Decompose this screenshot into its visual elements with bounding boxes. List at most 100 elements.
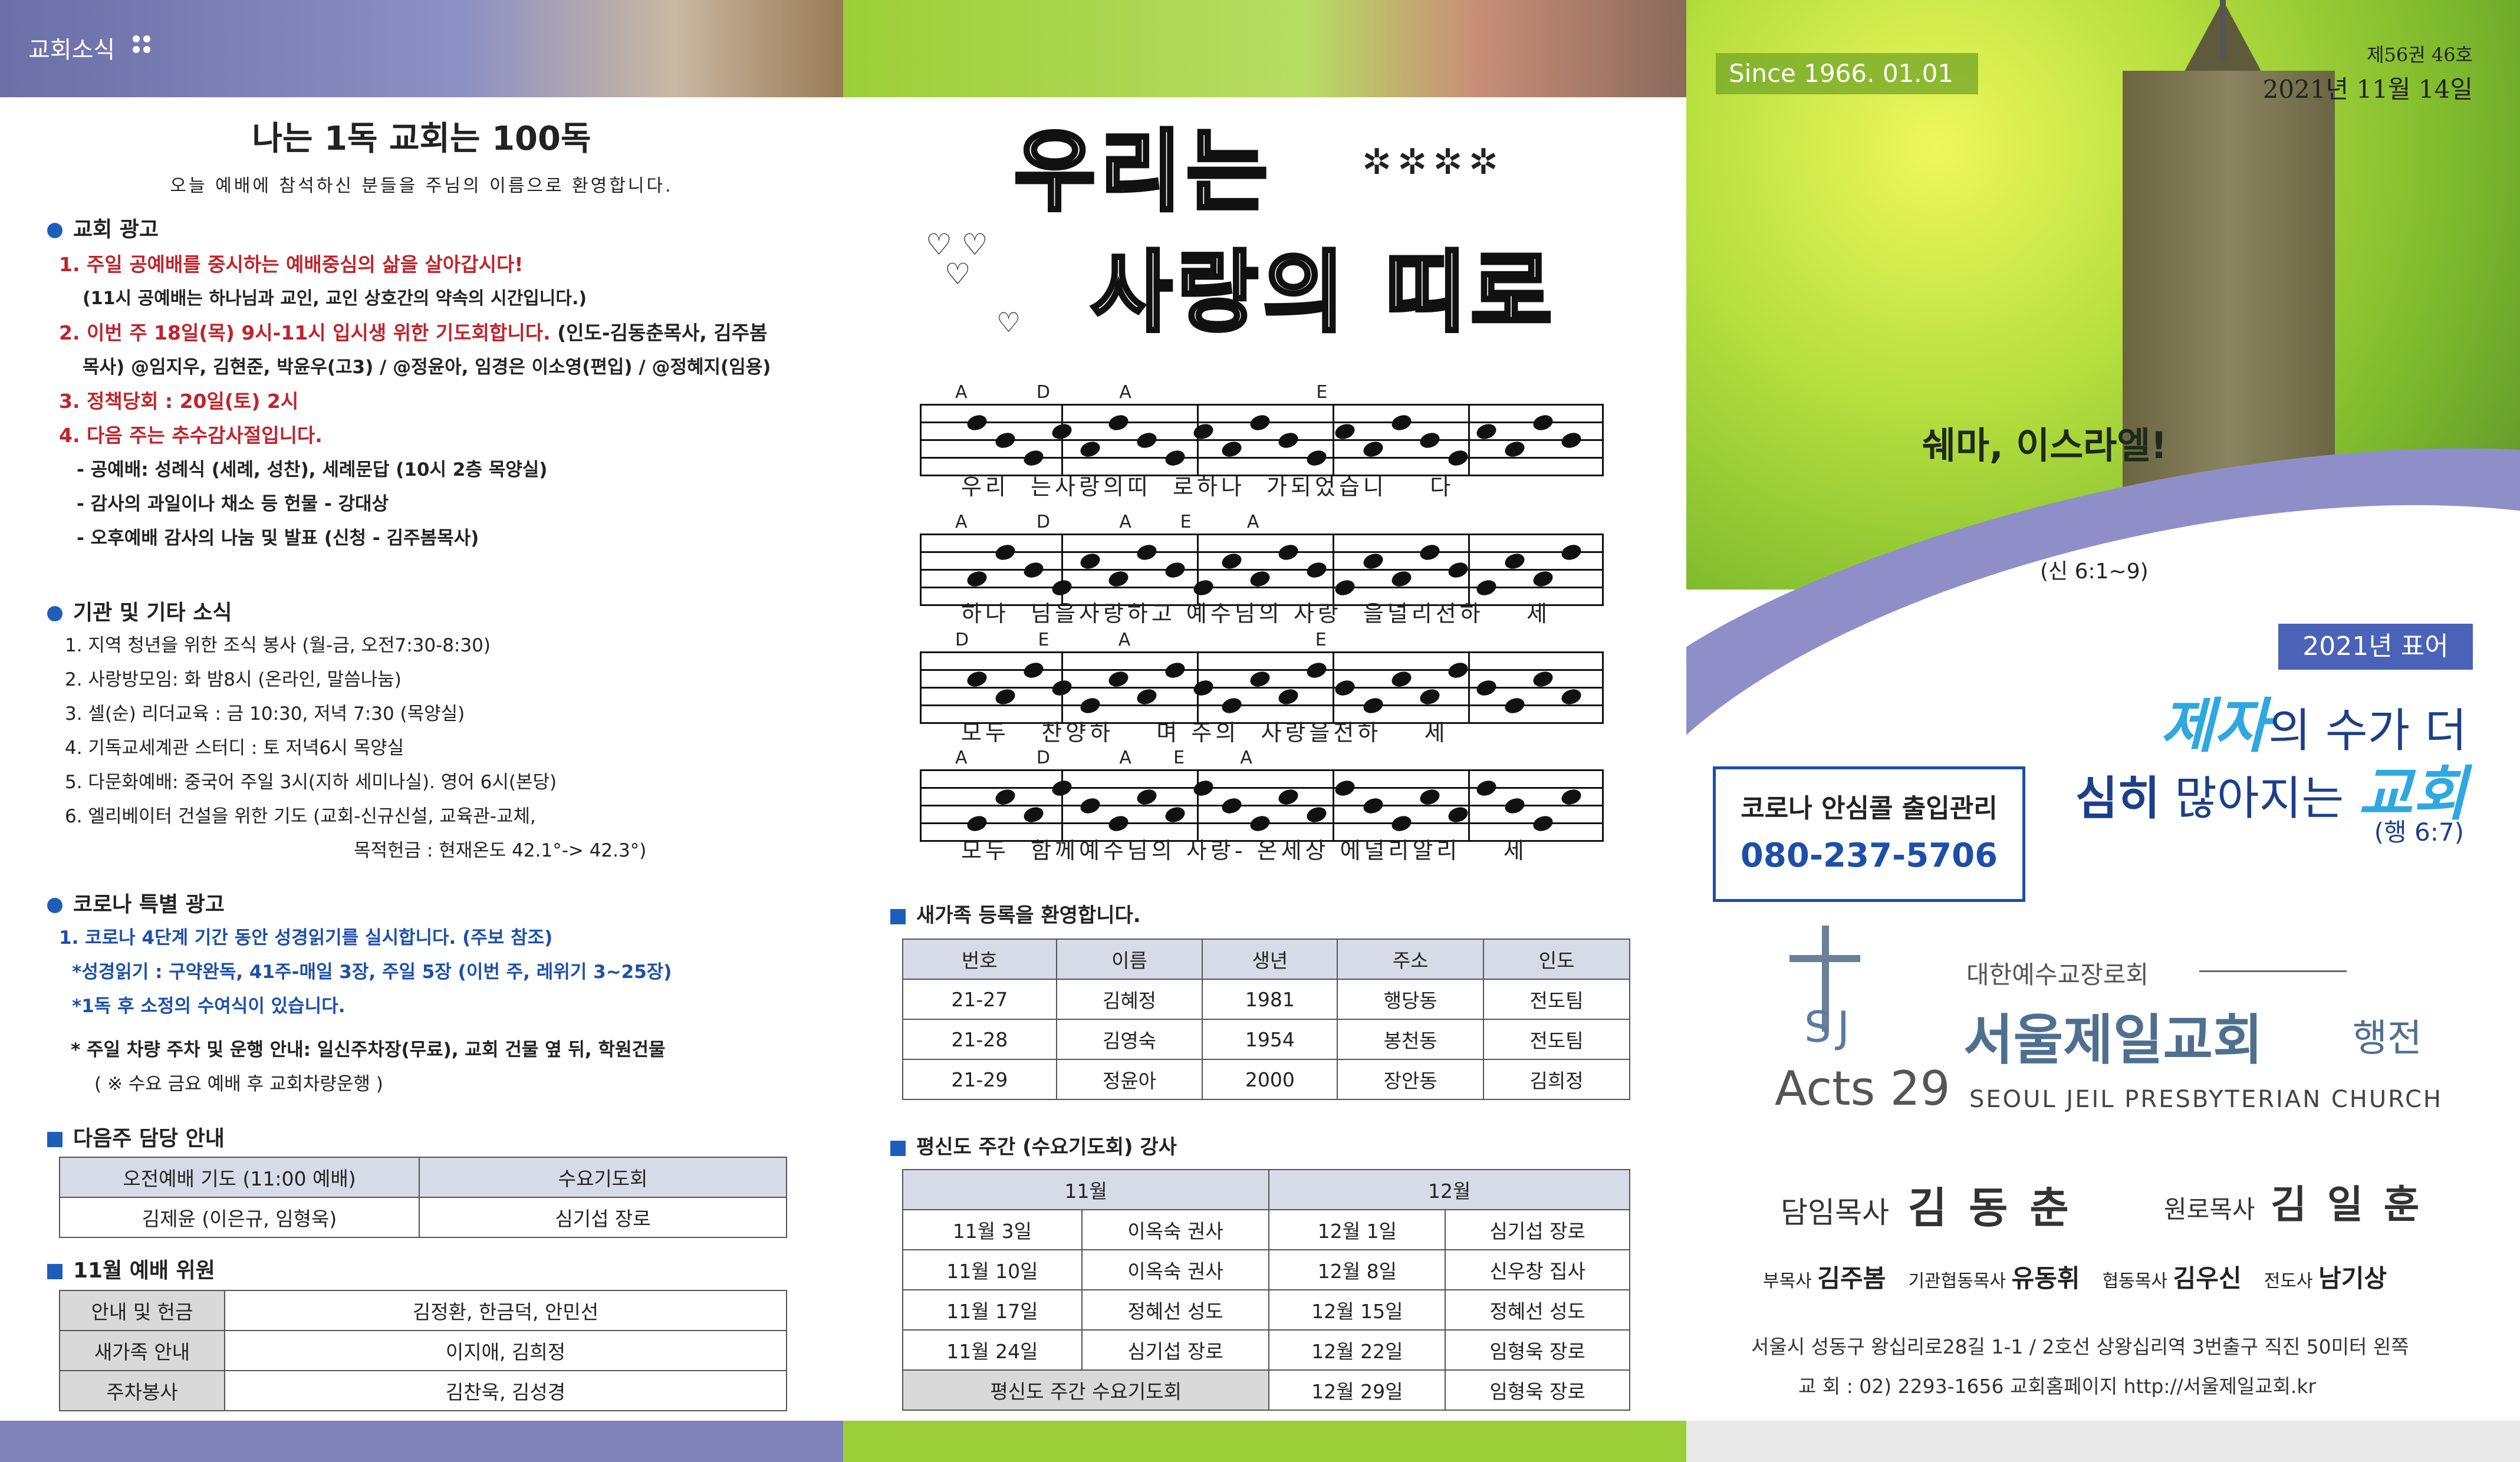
- song-title-line2: 사랑의 띠로: [1089, 240, 1557, 346]
- music-note: [1531, 568, 1555, 590]
- cover-panel: Since 1966. 01.01 제56권 46호 2021년 11월 14일…: [1686, 0, 2520, 1462]
- music-note: [1417, 686, 1442, 707]
- ads-heading: 교회 광고: [47, 212, 159, 243]
- safe-call-phone: 080-237-5706: [1740, 837, 1998, 875]
- footer-strip: [0, 1421, 843, 1462]
- music-note: [993, 786, 1018, 808]
- staff-line: 부목사 김주봄 기관협동목사 유동휘 협동목사 김우신 전도사 남기상: [1763, 1264, 2387, 1293]
- music-note: [1304, 559, 1329, 581]
- ad-item: 목사) @임지우, 김현준, 박윤우(고3) / @정윤아, 임경은 이소영(편…: [83, 357, 771, 378]
- church-suffix: 행전: [2353, 1017, 2422, 1061]
- parking-notice: * 주일 차량 주차 및 운행 안내: 일신주차장(무료), 교회 건물 옆 뒤…: [71, 1039, 666, 1095]
- org-item: 3. 셀(순) 리더교육 : 금 10:30, 저녁 7:30 (목양실): [65, 703, 465, 725]
- ad-item: - 오후예배 감사의 나눔 및 발표 (신청 - 김주봄목사): [77, 528, 479, 549]
- music-note: [1531, 669, 1555, 690]
- music-note: [965, 568, 989, 590]
- english-name: SEOUL JEIL PRESBYTERIAN CHURCH: [1969, 1086, 2443, 1113]
- table-row: 21-28 김영숙 1954 봉천동 전도팀: [902, 1019, 1630, 1060]
- ad-item: - 공예배: 성례식 (세례, 성찬), 세례문답 (10시 2층 목양실): [77, 459, 548, 480]
- footer-strip: [843, 1421, 1686, 1462]
- music-note: [1021, 447, 1046, 469]
- music-note: [1248, 568, 1272, 590]
- denomination: 대한예수교장로회: [1966, 960, 2149, 989]
- worship-table: 안내 및 헌금 김정환, 한금덕, 안민선 새가족 안내 이지애, 김희정 주차봉사…: [59, 1290, 787, 1411]
- newfamily-heading: 새가족 등록을 환영합니다.: [890, 899, 1141, 928]
- music-note: [1276, 686, 1301, 707]
- since-badge: Since 1966. 01.01: [1716, 53, 1978, 94]
- music-note: [1502, 551, 1527, 572]
- music-note: [1163, 660, 1187, 681]
- dots-icon: [133, 35, 156, 57]
- church-news-panel: 교회소식 나는 1독 교회는 100독 오늘 예배에 참석하신 분들을 주님의 …: [0, 0, 843, 1462]
- org-heading: 기관 및 기타 소식: [47, 595, 232, 626]
- music-note: [1191, 778, 1216, 799]
- newfamily-table: 번호 이름 생년 주소 인도 21-27 김혜정 1981 행당동 전도팀 21-28 김영숙…: [902, 939, 1630, 1100]
- volume-number: 제56권 46호: [2367, 44, 2473, 66]
- ad-item: - 감사의 과일이나 채소 등 헌물 - 강대상: [77, 493, 389, 515]
- music-note: [1333, 421, 1357, 442]
- music-note: [1446, 447, 1470, 469]
- music-note: [1050, 577, 1074, 598]
- ad-item: (11시 공예배는 하나님과 교인, 교인 상호간의 약속의 시간입니다.): [83, 288, 587, 309]
- music-note: [1078, 439, 1103, 460]
- music-note: [1417, 430, 1442, 451]
- music-note: [1219, 551, 1244, 572]
- heart-icons: ♡ ♡ ♡: [926, 228, 988, 291]
- chord-line: D E A E: [955, 630, 1328, 650]
- music-note: [1474, 778, 1499, 799]
- table-row: 새가족 안내 이지애, 김희정: [59, 1330, 787, 1371]
- table-row: 안내 및 헌금 김정환, 한금덕, 안민선: [59, 1290, 787, 1331]
- shema-reference: (신 6:1~9): [2040, 559, 2149, 584]
- music-note: [1021, 660, 1046, 681]
- address: 서울시 성동구 왕십리로28길 1-1 / 2호선 상왕십리역 3번출구 직진 …: [1751, 1335, 2409, 1358]
- ad-item: 4. 다음 주는 추수감사절입니다.: [59, 424, 323, 447]
- corona-heading: 코로나 특별 광고: [47, 887, 225, 918]
- music-note: [1474, 421, 1499, 442]
- flower-decoration: ✲✲✲✲: [1362, 141, 1505, 183]
- org-item: 6. 엘리베이터 건설을 위한 기도 (교회-신규신설, 교육관-교체,: [65, 806, 536, 827]
- shema-text: 쉐마, 이스라엘!: [1922, 424, 2167, 467]
- music-note: [1248, 813, 1272, 834]
- music-note: [1191, 577, 1216, 598]
- music-note: [1531, 412, 1555, 433]
- music-note: [1050, 778, 1074, 799]
- music-note: [1559, 686, 1584, 707]
- music-note: [1446, 660, 1470, 681]
- music-note: [1163, 804, 1187, 825]
- music-note: [1559, 430, 1584, 451]
- music-note: [1417, 786, 1442, 808]
- table-row: 11월 24일 심기섭 장로 12월 22일 임형욱 장로: [902, 1329, 1630, 1371]
- lay-heading: 평신도 주간 (수요기도회) 강사: [890, 1131, 1177, 1160]
- music-note: [965, 412, 989, 433]
- music-note: [1276, 430, 1301, 451]
- church-name: 서울제일교회: [1963, 1009, 2263, 1072]
- music-note: [1163, 559, 1187, 581]
- org-item: 목적헌금 : 현재온도 42.1°-> 42.3°): [354, 840, 647, 861]
- music-note: [1502, 795, 1527, 816]
- music-note: [1078, 795, 1103, 816]
- music-note: [1276, 542, 1301, 563]
- header-strip: 교회소식: [0, 0, 843, 97]
- bullet-icon: [47, 898, 62, 913]
- music-note: [1050, 677, 1074, 699]
- heart-icon: ♡: [996, 307, 1021, 338]
- org-list: 1. 지역 청년을 위한 조식 봉사 (월-금, 오전7:30-8:30) 2.…: [65, 628, 646, 868]
- music-note: [1134, 686, 1159, 707]
- music-note: [1361, 795, 1386, 816]
- music-note: [1304, 447, 1329, 469]
- lyric-line: 모두 찬양하 며 주의 사랑을전하 세: [961, 720, 1449, 746]
- ads-list: 1. 주일 공예배를 중시하는 예배중심의 삶을 살아갑시다! (11시 공예배…: [59, 248, 771, 555]
- table-row: 21-29 정윤아 2000 장안동 김희정: [902, 1059, 1630, 1100]
- table-row: 주차봉사 김찬욱, 김성경: [59, 1370, 787, 1411]
- music-note: [1304, 804, 1329, 825]
- motto-label: 2021년 표어: [2278, 624, 2473, 670]
- music-note: [1219, 695, 1244, 716]
- music-note: [1134, 786, 1159, 808]
- music-note: [1389, 412, 1414, 433]
- music-note: [1050, 421, 1074, 442]
- music-note: [1531, 813, 1555, 834]
- lyric-line: 우리 는사랑의띠 로하나 가되었습니 다: [961, 474, 1455, 500]
- music-note: [1361, 551, 1386, 572]
- music-note: [1559, 786, 1584, 808]
- square-icon: [890, 1140, 906, 1156]
